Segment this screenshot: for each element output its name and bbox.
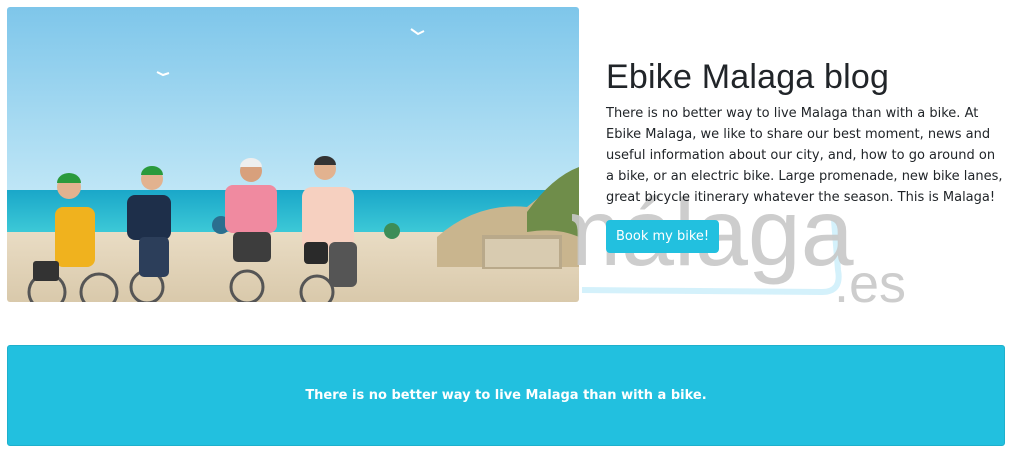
blog-intro-section: Ebike Malaga blog There is no better way…	[606, 55, 1004, 253]
watermark-suffix-text: .es	[834, 254, 906, 310]
page-title: Ebike Malaga blog	[606, 58, 890, 96]
book-my-bike-button[interactable]: Book my bike!	[606, 220, 720, 253]
beach-cyclists-photo	[7, 7, 579, 302]
banner-text: There is no better way to live Malaga th…	[305, 388, 707, 403]
blog-intro-text: There is no better way to live Malaga th…	[606, 106, 1003, 205]
hero-image	[7, 7, 579, 302]
info-banner: There is no better way to live Malaga th…	[7, 345, 1005, 446]
